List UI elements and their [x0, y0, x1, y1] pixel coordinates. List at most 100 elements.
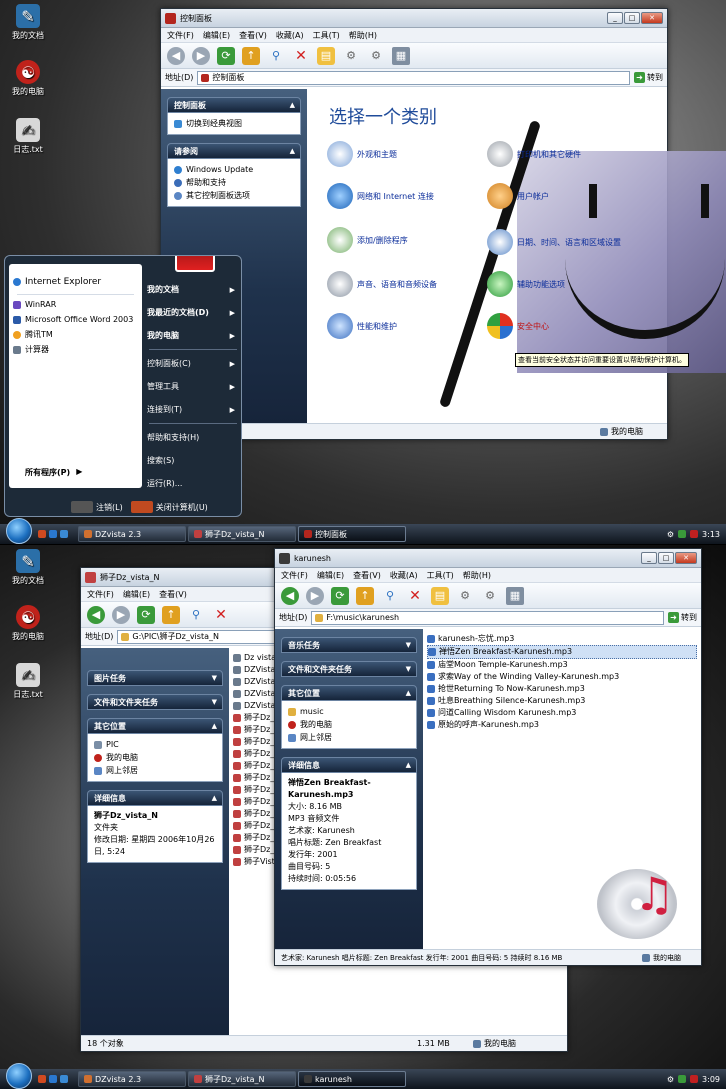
control-panel-pane-header[interactable]: 控制面板 ▲ — [167, 97, 301, 113]
quick-launch-icon[interactable] — [49, 530, 57, 538]
quick-launch-icon[interactable] — [49, 1075, 57, 1083]
folders-icon[interactable]: ▤ — [317, 46, 335, 65]
address-input[interactable]: 控制面板 — [197, 70, 630, 85]
close-button[interactable]: ✕ — [641, 12, 663, 24]
start-help-support[interactable]: 帮助和支持(H) — [145, 426, 241, 449]
start-button[interactable] — [6, 1063, 32, 1089]
refresh-icon[interactable]: ⟳ — [331, 586, 349, 605]
other-options-link[interactable]: 其它控制面板选项 — [174, 189, 294, 202]
quick-launch-icon[interactable] — [60, 530, 68, 538]
list-item[interactable]: 禅悟Zen Breakfast-Karunesh.mp3 — [427, 645, 697, 659]
minimize-button[interactable]: _ — [641, 552, 657, 564]
windows-update-link[interactable]: Windows Update — [174, 163, 294, 176]
tray-icon[interactable] — [690, 1075, 699, 1083]
menu-view[interactable]: 查看(V) — [239, 30, 267, 41]
forward-icon[interactable]: ▶ — [306, 586, 324, 605]
tray-icon[interactable] — [678, 1075, 687, 1083]
category-user-accounts[interactable]: 用户帐户 — [487, 183, 549, 209]
menu-file[interactable]: 文件(F) — [87, 589, 114, 600]
start-search[interactable]: 搜索(S) — [145, 449, 241, 472]
category-network[interactable]: 网络和 Internet 连接 — [327, 183, 434, 209]
see-also-header[interactable]: 请参阅 ▲ — [167, 143, 301, 159]
start-run[interactable]: 运行(R)... — [145, 472, 241, 495]
forward-icon[interactable]: ▶ — [112, 605, 130, 624]
shutdown-button[interactable]: 关闭计算机(U) — [130, 501, 208, 513]
refresh-icon[interactable]: ⟳ — [137, 605, 155, 624]
title-bar[interactable]: karunesh _ □ ✕ — [275, 549, 701, 568]
up-folder-icon[interactable]: ↑ — [242, 46, 260, 65]
delete-icon[interactable]: ✕ — [292, 47, 310, 65]
back-icon[interactable]: ◀ — [281, 586, 299, 605]
list-item[interactable]: 原始的呼声-Karunesh.mp3 — [427, 719, 697, 731]
menu-view[interactable]: 查看(V) — [159, 589, 187, 600]
menu-edit[interactable]: 编辑(E) — [123, 589, 150, 600]
list-item[interactable]: karunesh-忘忧.mp3 — [427, 633, 697, 645]
start-connect-to[interactable]: 连接到(T) ▶ — [145, 398, 241, 421]
picture-tasks-header[interactable]: 图片任务 ▼ — [87, 670, 223, 686]
up-folder-icon[interactable]: ↑ — [162, 605, 180, 624]
list-item[interactable]: 庙堂Moon Temple-Karunesh.mp3 — [427, 659, 697, 671]
switch-classic-view-link[interactable]: 切换到经典视图 — [174, 117, 294, 130]
menu-file[interactable]: 文件(F) — [281, 570, 308, 581]
category-add-remove-programs[interactable]: 添加/删除程序 — [327, 227, 408, 253]
up-folder-icon[interactable]: ↑ — [356, 586, 374, 605]
desktop-icon-my-computer[interactable]: ☯ 我的电脑 — [4, 60, 52, 97]
menu-help[interactable]: 帮助(H) — [349, 30, 377, 41]
file-tasks-header[interactable]: 文件和文件夹任务 ▼ — [87, 694, 223, 710]
forward-icon[interactable]: ▶ — [192, 46, 210, 65]
other-places-header[interactable]: 其它位置 ▲ — [281, 685, 417, 701]
title-bar[interactable]: 控制面板 _ □ ✕ — [161, 9, 667, 28]
tray-icon[interactable] — [678, 530, 687, 538]
menu-help[interactable]: 帮助(H) — [463, 570, 491, 581]
place-pic[interactable]: PIC — [94, 738, 216, 751]
menu-tools[interactable]: 工具(T) — [313, 30, 340, 41]
menu-file[interactable]: 文件(F) — [167, 30, 194, 41]
menu-edit[interactable]: 编辑(E) — [317, 570, 344, 581]
category-security-center[interactable]: 安全中心 — [487, 313, 549, 339]
logoff-button[interactable]: 注销(L) — [71, 501, 123, 513]
views-icon[interactable]: ▦ — [506, 586, 524, 605]
quick-launch-icon[interactable] — [38, 1075, 46, 1083]
go-button[interactable]: ➜ 转到 — [634, 72, 663, 83]
desktop-icon-log-txt[interactable]: ✍ 日志.txt — [4, 663, 52, 700]
settings-icon[interactable]: ⚙ — [367, 47, 385, 65]
start-admin-tools[interactable]: 管理工具 ▶ — [145, 375, 241, 398]
tray-icon[interactable] — [690, 530, 699, 538]
views-icon[interactable]: ▦ — [392, 46, 410, 65]
delete-icon[interactable]: ✕ — [406, 587, 424, 605]
all-programs-button[interactable]: 所有程序(P) ▶ — [25, 467, 82, 478]
place-network[interactable]: 网上邻居 — [94, 764, 216, 777]
menu-favorites[interactable]: 收藏(A) — [390, 570, 418, 581]
taskbar-item-dzvista[interactable]: DZvista 2.3 — [78, 526, 186, 542]
place-music[interactable]: music — [288, 705, 410, 718]
taskbar-item-folder[interactable]: 狮子Dz_vista_N — [188, 526, 296, 542]
start-button[interactable] — [6, 518, 32, 544]
list-item[interactable]: 问道Calling Wisdom Karunesh.mp3 — [427, 707, 697, 719]
desktop-icon-my-computer[interactable]: ☯ 我的电脑 — [4, 605, 52, 642]
list-item[interactable]: 吐息Breathing Silence-Karunesh.mp3 — [427, 695, 697, 707]
category-printers[interactable]: 打印机和其它硬件 — [487, 141, 581, 167]
search-icon[interactable]: ⚲ — [267, 47, 285, 65]
back-icon[interactable]: ◀ — [87, 605, 105, 624]
refresh-icon[interactable]: ⟳ — [217, 46, 235, 65]
tray-icon[interactable]: ⚙ — [667, 1075, 674, 1084]
details-header[interactable]: 详细信息 ▲ — [87, 790, 223, 806]
other-places-header[interactable]: 其它位置 ▲ — [87, 718, 223, 734]
file-tasks-header[interactable]: 文件和文件夹任务 ▼ — [281, 661, 417, 677]
menu-favorites[interactable]: 收藏(A) — [276, 30, 304, 41]
desktop-icon-my-documents[interactable]: ✎ 我的文档 — [4, 549, 52, 586]
address-input[interactable]: F:\music\karunesh — [311, 610, 664, 625]
details-header[interactable]: 详细信息 ▲ — [281, 757, 417, 773]
start-item-winrar[interactable]: WinRAR — [13, 297, 138, 312]
start-item-calculator[interactable]: 计算器 — [13, 342, 138, 357]
category-sound[interactable]: 声音、语音和音频设备 — [327, 271, 437, 297]
search-icon[interactable]: ⚲ — [381, 587, 399, 605]
settings-icon[interactable]: ⚙ — [481, 587, 499, 605]
menu-tools[interactable]: 工具(T) — [427, 570, 454, 581]
desktop-icon-my-documents[interactable]: ✎ 我的文档 — [4, 4, 52, 41]
start-my-computer[interactable]: 我的电脑 ▶ — [145, 324, 241, 347]
menu-edit[interactable]: 编辑(E) — [203, 30, 230, 41]
category-date-time-region[interactable]: 日期、时间、语言和区域设置 — [487, 229, 637, 255]
quick-launch-icon[interactable] — [38, 530, 46, 538]
tray-icon[interactable]: ⚙ — [667, 530, 674, 539]
